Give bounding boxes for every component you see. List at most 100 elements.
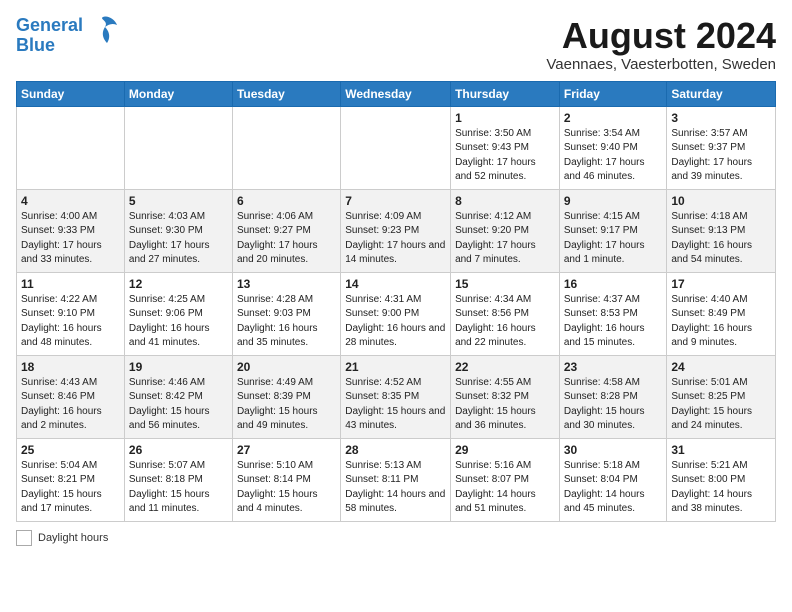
title-block: August 2024 Vaennaes, Vaesterbotten, Swe… (546, 16, 776, 73)
day-number: 21 (345, 360, 446, 374)
day-number: 13 (237, 277, 336, 291)
day-number: 15 (455, 277, 555, 291)
calendar-header-row: SundayMondayTuesdayWednesdayThursdayFrid… (17, 81, 776, 106)
cell-content: Sunrise: 4:18 AM Sunset: 9:13 PM Dayligh… (671, 210, 771, 268)
day-number: 24 (671, 360, 771, 374)
calendar-cell: 31 Sunrise: 5:21 AM Sunset: 8:00 PM Dayli… (667, 438, 776, 521)
logo-text: GeneralBlue (16, 16, 83, 56)
calendar-week-row: 25 Sunrise: 5:04 AM Sunset: 8:21 PM Dayli… (17, 438, 776, 521)
cell-content: Sunrise: 4:43 AM Sunset: 8:46 PM Dayligh… (21, 376, 120, 434)
calendar-cell: 4 Sunrise: 4:00 AM Sunset: 9:33 PM Daylig… (17, 189, 125, 272)
day-number: 11 (21, 277, 120, 291)
calendar-week-row: 1 Sunrise: 3:50 AM Sunset: 9:43 PM Daylig… (17, 106, 776, 189)
calendar-cell (124, 106, 232, 189)
cell-content: Sunrise: 4:37 AM Sunset: 8:53 PM Dayligh… (564, 293, 663, 351)
day-number: 8 (455, 194, 555, 208)
cell-content: Sunrise: 4:46 AM Sunset: 8:42 PM Dayligh… (129, 376, 228, 434)
calendar-week-row: 11Sunrise: 4:22 AM Sunset: 9:10 PM Dayli… (17, 272, 776, 355)
calendar-cell: 27 Sunrise: 5:10 AM Sunset: 8:14 PM Dayli… (232, 438, 340, 521)
cell-content: Sunrise: 4:28 AM Sunset: 9:03 PM Dayligh… (237, 293, 336, 351)
day-number: 7 (345, 194, 446, 208)
calendar-cell: 3 Sunrise: 3:57 AM Sunset: 9:37 PM Daylig… (667, 106, 776, 189)
day-number: 31 (671, 443, 771, 457)
header-friday: Friday (559, 81, 667, 106)
calendar-cell: 17 Sunrise: 4:40 AM Sunset: 8:49 PM Dayli… (667, 272, 776, 355)
day-number: 16 (564, 277, 663, 291)
day-number: 9 (564, 194, 663, 208)
cell-content: Sunrise: 5:01 AM Sunset: 8:25 PM Dayligh… (671, 376, 771, 434)
calendar-cell: 29Sunrise: 5:16 AM Sunset: 8:07 PM Dayli… (451, 438, 560, 521)
day-number: 26 (129, 443, 228, 457)
cell-content: Sunrise: 5:18 AM Sunset: 8:04 PM Dayligh… (564, 459, 663, 517)
day-number: 12 (129, 277, 228, 291)
header-monday: Monday (124, 81, 232, 106)
day-number: 4 (21, 194, 120, 208)
cell-content: Sunrise: 4:12 AM Sunset: 9:20 PM Dayligh… (455, 210, 555, 268)
day-number: 23 (564, 360, 663, 374)
cell-content: Sunrise: 4:55 AM Sunset: 8:32 PM Dayligh… (455, 376, 555, 434)
cell-content: Sunrise: 5:10 AM Sunset: 8:14 PM Dayligh… (237, 459, 336, 517)
header-saturday: Saturday (667, 81, 776, 106)
cell-content: Sunrise: 3:50 AM Sunset: 9:43 PM Dayligh… (455, 127, 555, 185)
calendar-cell: 10 Sunrise: 4:18 AM Sunset: 9:13 PM Dayli… (667, 189, 776, 272)
day-number: 25 (21, 443, 120, 457)
cell-content: Sunrise: 4:52 AM Sunset: 8:35 PM Dayligh… (345, 376, 446, 434)
day-number: 30 (564, 443, 663, 457)
logo: GeneralBlue (16, 16, 121, 56)
calendar-cell: 6 Sunrise: 4:06 AM Sunset: 9:27 PM Daylig… (232, 189, 340, 272)
calendar-week-row: 4 Sunrise: 4:00 AM Sunset: 9:33 PM Daylig… (17, 189, 776, 272)
cell-content: Sunrise: 3:57 AM Sunset: 9:37 PM Dayligh… (671, 127, 771, 185)
cell-content: Sunrise: 4:49 AM Sunset: 8:39 PM Dayligh… (237, 376, 336, 434)
cell-content: Sunrise: 5:07 AM Sunset: 8:18 PM Dayligh… (129, 459, 228, 517)
cell-content: Sunrise: 4:25 AM Sunset: 9:06 PM Dayligh… (129, 293, 228, 351)
calendar-cell: 11Sunrise: 4:22 AM Sunset: 9:10 PM Dayli… (17, 272, 125, 355)
calendar-cell (17, 106, 125, 189)
day-number: 27 (237, 443, 336, 457)
calendar-cell: 22 Sunrise: 4:55 AM Sunset: 8:32 PM Dayli… (451, 355, 560, 438)
cell-content: Sunrise: 5:04 AM Sunset: 8:21 PM Dayligh… (21, 459, 120, 517)
calendar-cell: 21 Sunrise: 4:52 AM Sunset: 8:35 PM Dayli… (341, 355, 451, 438)
calendar-footer: Daylight hours (16, 530, 776, 546)
calendar-cell: 8 Sunrise: 4:12 AM Sunset: 9:20 PM Daylig… (451, 189, 560, 272)
day-number: 10 (671, 194, 771, 208)
day-number: 6 (237, 194, 336, 208)
logo-bird-icon (85, 13, 121, 49)
calendar-table: SundayMondayTuesdayWednesdayThursdayFrid… (16, 81, 776, 522)
header-sunday: Sunday (17, 81, 125, 106)
cell-content: Sunrise: 4:34 AM Sunset: 8:56 PM Dayligh… (455, 293, 555, 351)
calendar-cell: 18 Sunrise: 4:43 AM Sunset: 8:46 PM Dayli… (17, 355, 125, 438)
calendar-cell: 1 Sunrise: 3:50 AM Sunset: 9:43 PM Daylig… (451, 106, 560, 189)
daylight-label: Daylight hours (38, 532, 108, 544)
day-number: 1 (455, 111, 555, 125)
day-number: 17 (671, 277, 771, 291)
calendar-cell: 13 Sunrise: 4:28 AM Sunset: 9:03 PM Dayli… (232, 272, 340, 355)
day-number: 20 (237, 360, 336, 374)
day-number: 2 (564, 111, 663, 125)
calendar-cell: 14Sunrise: 4:31 AM Sunset: 9:00 PM Dayli… (341, 272, 451, 355)
calendar-week-row: 18 Sunrise: 4:43 AM Sunset: 8:46 PM Dayli… (17, 355, 776, 438)
cell-content: Sunrise: 4:15 AM Sunset: 9:17 PM Dayligh… (564, 210, 663, 268)
cell-content: Sunrise: 4:40 AM Sunset: 8:49 PM Dayligh… (671, 293, 771, 351)
cell-content: Sunrise: 4:00 AM Sunset: 9:33 PM Dayligh… (21, 210, 120, 268)
header-tuesday: Tuesday (232, 81, 340, 106)
cell-content: Sunrise: 4:06 AM Sunset: 9:27 PM Dayligh… (237, 210, 336, 268)
calendar-cell: 25 Sunrise: 5:04 AM Sunset: 8:21 PM Dayli… (17, 438, 125, 521)
calendar-cell: 24 Sunrise: 5:01 AM Sunset: 8:25 PM Dayli… (667, 355, 776, 438)
cell-content: Sunrise: 4:58 AM Sunset: 8:28 PM Dayligh… (564, 376, 663, 434)
cell-content: Sunrise: 5:21 AM Sunset: 8:00 PM Dayligh… (671, 459, 771, 517)
calendar-cell: 30 Sunrise: 5:18 AM Sunset: 8:04 PM Dayli… (559, 438, 667, 521)
cell-content: Sunrise: 5:13 AM Sunset: 8:11 PM Dayligh… (345, 459, 446, 517)
day-number: 3 (671, 111, 771, 125)
calendar-cell: 19Sunrise: 4:46 AM Sunset: 8:42 PM Dayli… (124, 355, 232, 438)
calendar-cell: 23 Sunrise: 4:58 AM Sunset: 8:28 PM Dayli… (559, 355, 667, 438)
day-number: 28 (345, 443, 446, 457)
calendar-cell: 28 Sunrise: 5:13 AM Sunset: 8:11 PM Dayli… (341, 438, 451, 521)
calendar-cell: 26 Sunrise: 5:07 AM Sunset: 8:18 PM Dayli… (124, 438, 232, 521)
calendar-cell (232, 106, 340, 189)
day-number: 22 (455, 360, 555, 374)
day-number: 18 (21, 360, 120, 374)
location-subtitle: Vaennaes, Vaesterbotten, Sweden (546, 56, 776, 73)
cell-content: Sunrise: 4:09 AM Sunset: 9:23 PM Dayligh… (345, 210, 446, 268)
cell-content: Sunrise: 4:03 AM Sunset: 9:30 PM Dayligh… (129, 210, 228, 268)
day-number: 14 (345, 277, 446, 291)
